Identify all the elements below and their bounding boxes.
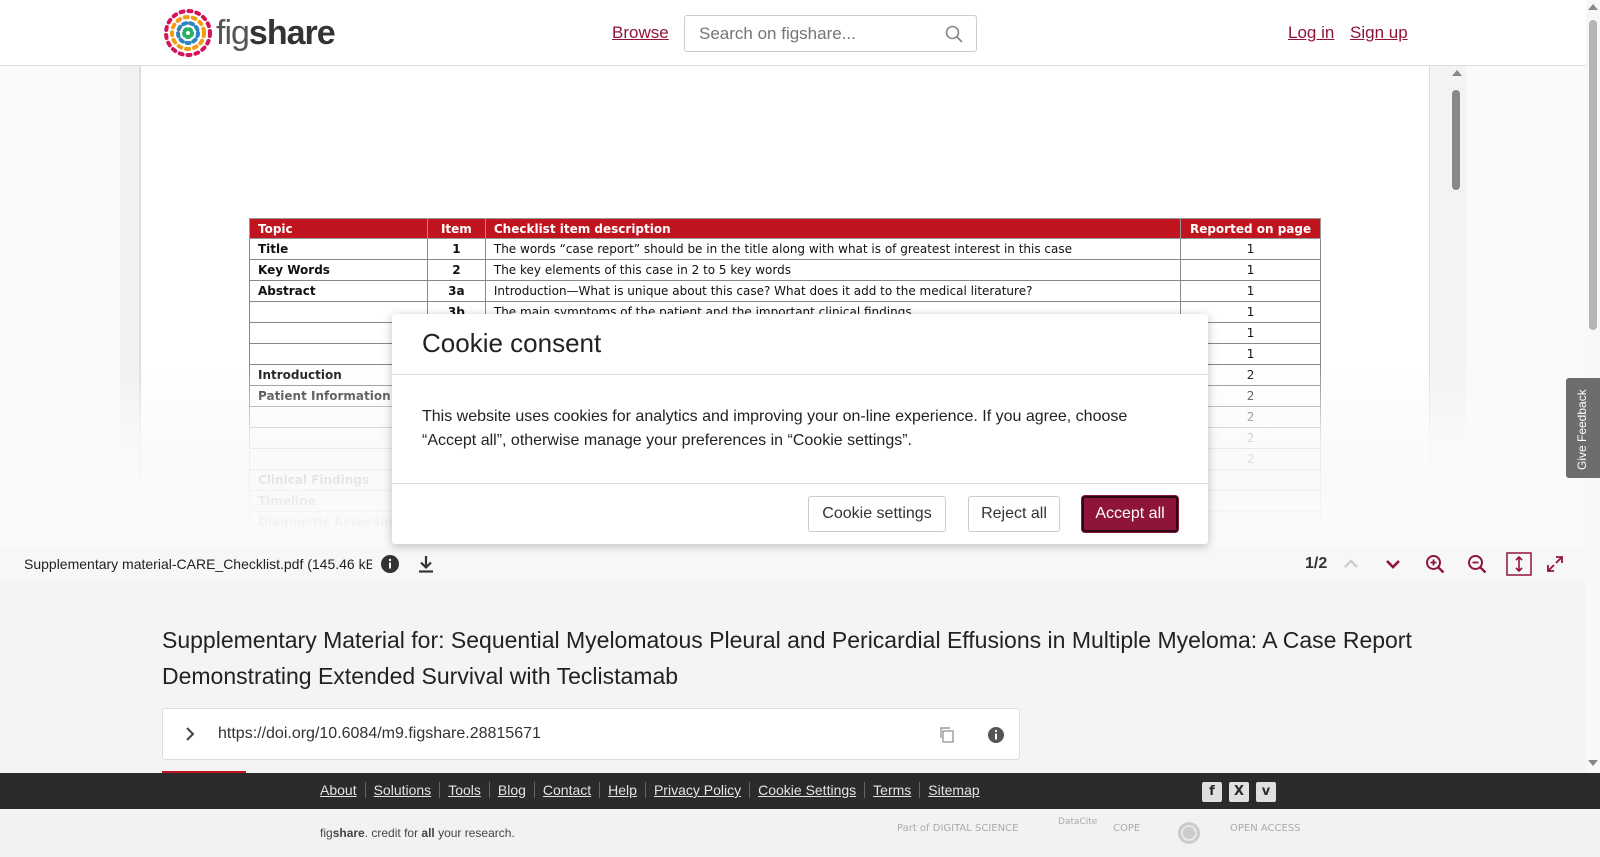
cookie-settings-button[interactable]: Cookie settings bbox=[808, 496, 946, 532]
modal-title: Cookie consent bbox=[422, 328, 602, 358]
cookie-consent-modal: Cookie consent This website uses cookies… bbox=[392, 314, 1208, 544]
accept-all-button[interactable]: Accept all bbox=[1082, 496, 1178, 532]
modal-footer: Cookie settings Reject all Accept all bbox=[392, 484, 1208, 544]
modal-header: Cookie consent bbox=[392, 314, 1208, 375]
reject-all-button[interactable]: Reject all bbox=[968, 496, 1060, 532]
modal-body: This website uses cookies for analytics … bbox=[392, 375, 1208, 484]
